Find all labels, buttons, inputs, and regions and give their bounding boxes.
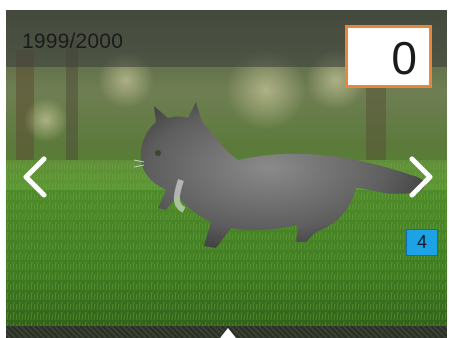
previous-photo-button[interactable]	[18, 155, 52, 199]
photo-viewer-screen: 1999/2000 0 4	[6, 10, 447, 338]
next-photo-button[interactable]	[404, 155, 438, 199]
chevron-right-icon	[409, 156, 433, 198]
copies-value: 0	[391, 32, 417, 84]
photo-counter: 1999/2000	[22, 30, 124, 53]
photo-count-badge: 4	[406, 229, 438, 256]
caret-up-icon[interactable]	[220, 328, 236, 338]
copies-field[interactable]: 0	[345, 25, 432, 88]
chevron-left-icon	[23, 156, 47, 198]
